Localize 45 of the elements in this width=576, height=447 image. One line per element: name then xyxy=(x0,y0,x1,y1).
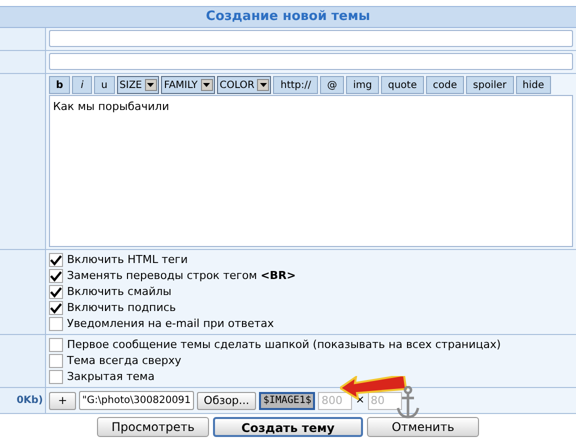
dropdown[interactable]: FAMILY xyxy=(160,76,215,94)
attachment-size-label: 0Kb) xyxy=(16,394,44,408)
form-button[interactable]: Отменить xyxy=(367,417,479,437)
browse-button[interactable]: Обзор... xyxy=(196,392,256,410)
checkbox[interactable] xyxy=(49,338,63,352)
caret-icon xyxy=(200,79,213,91)
format-button[interactable]: img xyxy=(346,76,379,94)
dropdown[interactable]: COLOR xyxy=(216,76,272,94)
format-button[interactable]: hide xyxy=(516,76,552,94)
option-label: Включить подпись xyxy=(67,300,176,316)
option-label: Закрытая тема xyxy=(67,368,155,385)
checkbox[interactable] xyxy=(49,354,63,368)
checked-checkbox[interactable] xyxy=(49,301,63,315)
message-textarea[interactable]: Как мы порыбачили xyxy=(49,95,573,247)
image-tag[interactable]: $IMAGE1$ xyxy=(259,392,316,410)
anchor-cursor-icon xyxy=(396,386,420,420)
format-button[interactable]: b xyxy=(49,76,70,94)
checked-checkbox[interactable] xyxy=(49,269,63,283)
file-path-field[interactable]: "G:\photo\300820091 xyxy=(79,391,194,410)
checked-checkbox[interactable] xyxy=(49,285,63,299)
format-button[interactable]: i xyxy=(72,76,92,94)
caret-icon xyxy=(257,79,270,91)
caret-icon xyxy=(144,79,157,91)
checked-checkbox[interactable] xyxy=(49,253,63,267)
form-button[interactable]: Просмотреть xyxy=(97,417,209,437)
format-button[interactable]: quote xyxy=(381,76,424,94)
format-button[interactable]: spoiler xyxy=(466,76,514,94)
form-title: Создание новой темы xyxy=(206,8,370,26)
subject-field[interactable] xyxy=(49,30,573,47)
option-label: Включить HTML теги xyxy=(67,252,188,268)
option-label: Тема всегда сверху xyxy=(67,352,182,369)
checkbox[interactable] xyxy=(49,370,63,384)
option-label: Уведомления на e-mail при ответах xyxy=(67,316,274,332)
format-button[interactable]: http:// xyxy=(273,76,318,94)
option-label: Первое сообщение темы сделать шапкой (показывать на всех страницах) xyxy=(67,336,501,353)
dropdown[interactable]: SIZE xyxy=(116,76,159,94)
format-button[interactable]: code xyxy=(426,76,464,94)
format-button[interactable]: u xyxy=(94,76,115,94)
option-label: Включить смайлы xyxy=(67,284,172,300)
add-attachment-button[interactable]: + xyxy=(49,392,76,410)
submit-button[interactable]: Создать тему xyxy=(213,417,363,437)
format-button[interactable]: @ xyxy=(320,76,344,94)
option-label: Заменять переводы строк тегом <BR> xyxy=(67,268,296,284)
checkbox[interactable] xyxy=(49,317,63,331)
description-field[interactable] xyxy=(49,53,573,70)
